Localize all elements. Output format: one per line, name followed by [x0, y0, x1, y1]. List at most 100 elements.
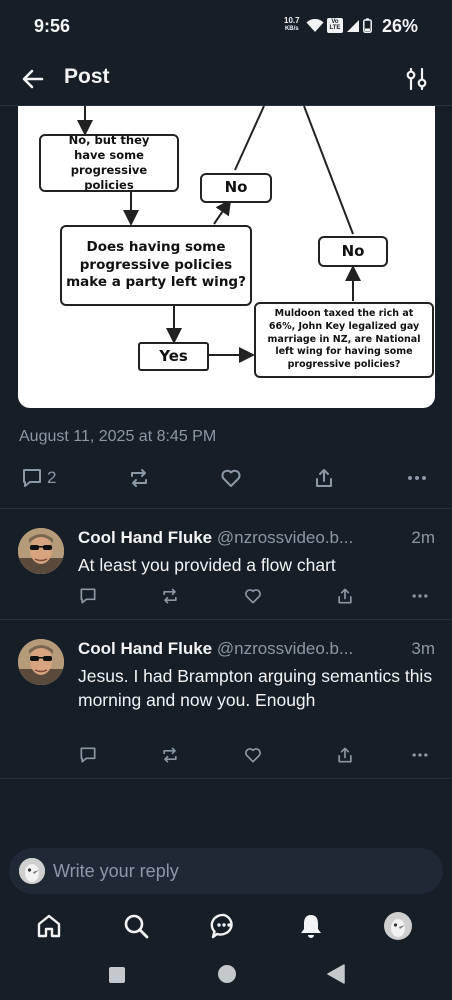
circle-icon — [218, 965, 236, 983]
repost-button[interactable] — [127, 466, 151, 490]
reply-author[interactable]: Cool Hand Fluke @nzrossvideo.b... — [78, 528, 353, 548]
network-speed: 10.7 KB/s — [284, 17, 300, 33]
battery-percent: 26% — [382, 16, 419, 36]
status-icons: Vo LTE — [306, 18, 372, 33]
network-speed-unit: KB/s — [284, 26, 299, 32]
repost-icon — [163, 588, 177, 604]
thread-options-button[interactable] — [404, 66, 430, 92]
author-handle: @nzrossvideo.b... — [216, 639, 354, 658]
more-icon — [408, 476, 426, 480]
heart-icon — [245, 589, 261, 604]
profile-avatar — [384, 912, 412, 940]
reply-button[interactable] — [78, 586, 98, 606]
signal-icon — [347, 19, 359, 32]
flow-box-no-right: No — [318, 236, 388, 267]
reply-button[interactable]: 2 — [20, 466, 56, 490]
reply-composer[interactable]: Write your reply — [9, 848, 443, 894]
volte-icon: Vo LTE — [327, 18, 343, 33]
share-icon — [338, 747, 352, 763]
post-image-flowchart[interactable]: No, but they have some progressive polic… — [18, 106, 435, 408]
system-nav-bar — [0, 952, 452, 1000]
tab-profile[interactable] — [384, 912, 414, 942]
reply-button[interactable] — [78, 745, 98, 765]
like-button[interactable] — [219, 466, 243, 490]
reply-input-placeholder[interactable]: Write your reply — [53, 861, 179, 882]
repost-icon — [163, 747, 177, 763]
my-avatar — [19, 858, 45, 884]
repost-icon — [131, 469, 147, 487]
back-nav-button[interactable] — [327, 964, 345, 984]
sliders-icon — [406, 67, 427, 91]
reply-time: 3m — [411, 639, 435, 658]
author-handle: @nzrossvideo.b... — [216, 528, 354, 547]
like-button[interactable] — [243, 745, 263, 765]
tab-search[interactable] — [122, 912, 152, 942]
reply-count: 2 — [47, 468, 57, 487]
share-icon — [338, 588, 352, 604]
reply-post[interactable]: Cool Hand Fluke @nzrossvideo.b... 2m At … — [0, 528, 452, 614]
more-button[interactable] — [410, 745, 430, 765]
recents-button[interactable] — [108, 966, 126, 984]
status-time: 9:56 — [34, 16, 71, 36]
tab-home[interactable] — [35, 912, 65, 942]
flow-box-yes: Yes — [138, 342, 209, 371]
divider — [0, 619, 452, 620]
heart-icon — [245, 748, 261, 763]
network-speed-value: 10.7 — [284, 16, 300, 25]
user-avatar-image — [18, 639, 64, 685]
share-button[interactable] — [335, 586, 355, 606]
bottom-tab-bar — [0, 900, 452, 952]
home-icon — [37, 914, 61, 938]
share-icon — [316, 469, 332, 487]
reply-post[interactable]: Cool Hand Fluke @nzrossvideo.b... 3m Jes… — [0, 639, 452, 769]
share-button[interactable] — [312, 466, 336, 490]
reply-actions — [0, 586, 452, 608]
repost-button[interactable] — [160, 745, 180, 765]
reply-author[interactable]: Cool Hand Fluke @nzrossvideo.b... — [78, 639, 353, 659]
home-nav-button[interactable] — [217, 964, 237, 984]
back-button[interactable] — [20, 66, 46, 92]
divider — [0, 778, 452, 779]
more-button[interactable] — [410, 586, 430, 606]
user-avatar-image — [18, 528, 64, 574]
author-name: Cool Hand Fluke — [78, 639, 213, 658]
reply-text: At least you provided a flow chart — [78, 555, 336, 575]
flow-box-some-progressive: No, but they have some progressive polic… — [39, 133, 179, 192]
comment-icon — [80, 747, 96, 763]
repost-button[interactable] — [160, 586, 180, 606]
tab-chat[interactable] — [210, 912, 240, 942]
flow-box-question: Does having some progressive policies ma… — [60, 225, 252, 306]
share-button[interactable] — [335, 745, 355, 765]
battery-icon — [363, 18, 372, 33]
notifications-icon — [301, 915, 321, 938]
author-name: Cool Hand Fluke — [78, 528, 213, 547]
user-avatar-image — [19, 858, 45, 884]
triangle-back-icon — [327, 964, 345, 984]
reply-actions — [0, 745, 452, 767]
avatar[interactable] — [18, 639, 64, 685]
comment-icon — [80, 588, 96, 604]
post-date: August 11, 2025 at 8:45 PM — [19, 428, 217, 445]
reply-time: 2m — [411, 528, 435, 547]
flow-box-no-top: No — [200, 173, 272, 203]
like-button[interactable] — [243, 586, 263, 606]
chat-icon — [210, 913, 233, 939]
flow-box-muldoon: Muldoon taxed the rich at 66%, John Key … — [254, 302, 434, 378]
arrow-left-icon — [22, 69, 44, 89]
post-actions: 2 — [0, 466, 452, 494]
top-bar: Post — [0, 56, 452, 106]
more-button[interactable] — [405, 466, 429, 490]
comment-icon — [23, 469, 41, 487]
avatar[interactable] — [18, 528, 64, 574]
reply-text: Jesus. I had Brampton arguing semantics … — [78, 666, 433, 710]
page-title: Post — [64, 65, 110, 88]
more-icon — [412, 594, 428, 598]
divider — [0, 508, 452, 509]
more-icon — [412, 753, 428, 757]
wifi-icon — [306, 18, 324, 32]
status-bar: 9:56 10.7 KB/s Vo LTE 26% — [0, 0, 452, 56]
heart-icon — [221, 469, 241, 487]
tab-notifications[interactable] — [297, 912, 327, 942]
search-icon — [124, 914, 149, 939]
square-icon — [109, 967, 125, 983]
